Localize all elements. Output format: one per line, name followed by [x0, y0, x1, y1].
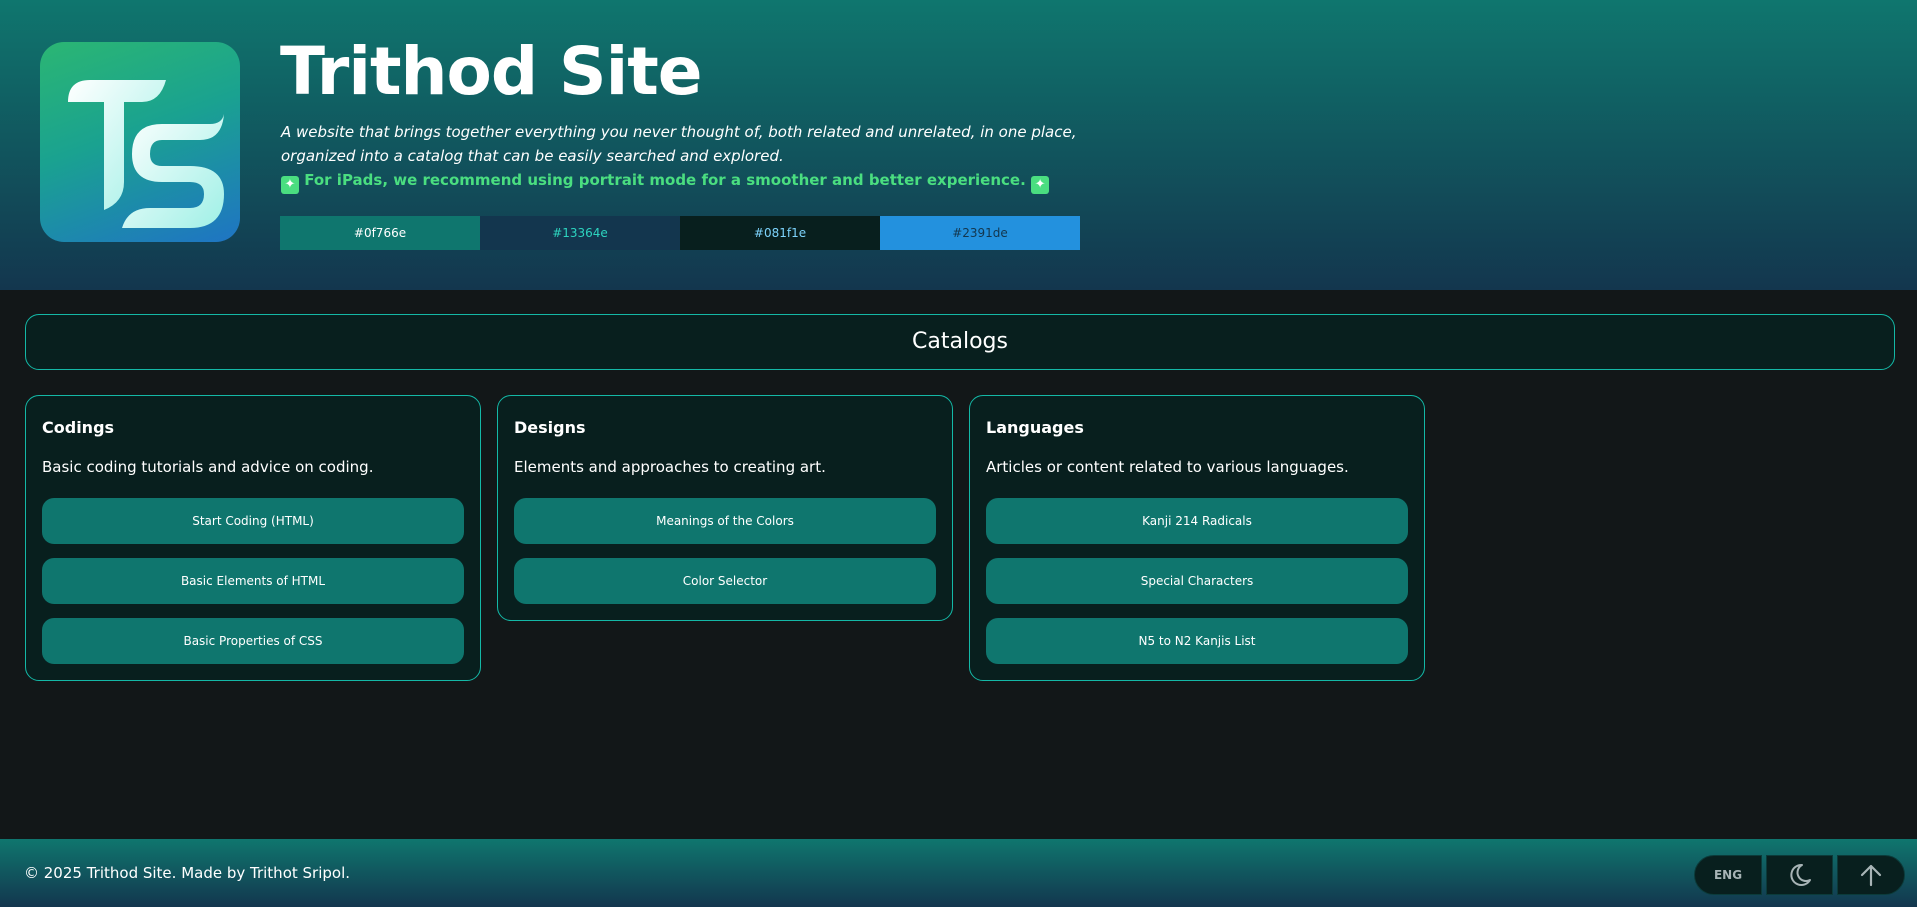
card-links: Kanji 214 Radicals Special Characters N5…: [986, 498, 1408, 664]
card-description: Articles or content related to various l…: [986, 458, 1349, 476]
site-title: Trithod Site: [280, 33, 703, 110]
sparkle-icon: ✦: [281, 176, 299, 194]
site-header: Trithod Site A website that brings toget…: [0, 0, 1917, 290]
catalog-card-languages: Languages Articles or content related to…: [969, 395, 1425, 681]
color-swatch[interactable]: #081f1e: [680, 216, 880, 250]
scroll-to-top-button[interactable]: [1837, 855, 1905, 895]
arrow-up-icon: [1860, 864, 1882, 887]
catalogs-heading: Catalogs: [25, 314, 1895, 370]
color-swatch[interactable]: #13364e: [480, 216, 680, 250]
card-title: Designs: [514, 418, 586, 437]
link-special-characters[interactable]: Special Characters: [986, 558, 1408, 604]
card-title: Languages: [986, 418, 1084, 437]
copyright-text: © 2025 Trithod Site. Made by Trithot Sri…: [24, 864, 351, 882]
link-meanings-of-colors[interactable]: Meanings of the Colors: [514, 498, 936, 544]
site-tagline: A website that brings together everythin…: [281, 120, 1081, 168]
theme-toggle-button[interactable]: [1766, 855, 1833, 895]
ts-logo-icon: [68, 80, 224, 228]
sparkle-icon: ✦: [1031, 176, 1050, 194]
tagline-line-1: A website that brings together everythin…: [281, 123, 1077, 141]
color-palette: #0f766e #13364e #081f1e #2391de: [280, 216, 1080, 250]
link-basic-properties-css[interactable]: Basic Properties of CSS: [42, 618, 464, 664]
link-n5-n2-kanjis-list[interactable]: N5 to N2 Kanjis List: [986, 618, 1408, 664]
card-links: Meanings of the Colors Color Selector: [514, 498, 936, 604]
site-footer: © 2025 Trithod Site. Made by Trithot Sri…: [0, 839, 1917, 907]
card-description: Elements and approaches to creating art.: [514, 458, 826, 476]
catalog-card-codings: Codings Basic coding tutorials and advic…: [25, 395, 481, 681]
color-swatch[interactable]: #2391de: [880, 216, 1080, 250]
card-title: Codings: [42, 418, 115, 437]
link-start-coding-html[interactable]: Start Coding (HTML): [42, 498, 464, 544]
link-color-selector[interactable]: Color Selector: [514, 558, 936, 604]
card-description: Basic coding tutorials and advice on cod…: [42, 458, 374, 476]
moon-icon: [1789, 863, 1811, 886]
card-links: Start Coding (HTML) Basic Elements of HT…: [42, 498, 464, 664]
ipad-notice: ✦ For iPads, we recommend using portrait…: [281, 168, 1050, 194]
link-basic-elements-html[interactable]: Basic Elements of HTML: [42, 558, 464, 604]
tagline-line-2: organized into a catalog that can be eas…: [281, 147, 784, 165]
color-swatch[interactable]: #0f766e: [280, 216, 480, 250]
site-logo[interactable]: [40, 42, 240, 242]
language-toggle-button[interactable]: ENG: [1694, 855, 1762, 895]
link-kanji-214-radicals[interactable]: Kanji 214 Radicals: [986, 498, 1408, 544]
catalog-card-designs: Designs Elements and approaches to creat…: [497, 395, 953, 621]
ipad-notice-text: For iPads, we recommend using portrait m…: [304, 171, 1026, 189]
